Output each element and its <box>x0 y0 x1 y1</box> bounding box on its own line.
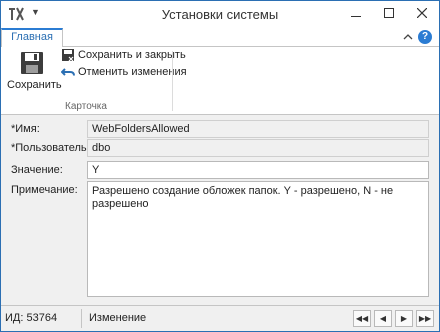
cancel-changes-label: Отменить изменения <box>78 66 187 78</box>
user-field[interactable] <box>87 139 429 157</box>
undo-icon <box>61 68 75 76</box>
save-close-icon <box>62 49 74 62</box>
previous-record-button[interactable]: ◀ <box>374 310 392 327</box>
status-separator <box>81 309 82 328</box>
note-field[interactable]: Разрешено создание обложек папок. Y - ра… <box>87 181 429 297</box>
title-bar: ▼ Установки системы <box>1 1 439 28</box>
name-label: *Имя: <box>11 123 40 135</box>
ribbon-tab-strip: Главная ? <box>1 28 439 48</box>
app-window: ▼ Установки системы Главная ? Сохранить <box>0 0 440 332</box>
name-field[interactable] <box>87 120 429 138</box>
ribbon-group-separator <box>172 51 173 111</box>
value-field[interactable] <box>87 161 429 179</box>
edit-mode: Изменение <box>89 312 147 324</box>
close-button[interactable] <box>411 4 433 22</box>
record-id: ИД: 53764 <box>5 312 58 324</box>
tab-main[interactable]: Главная <box>1 28 63 48</box>
ribbon-group-label: Карточка <box>65 101 107 112</box>
save-and-close-label: Сохранить и закрыть <box>78 49 186 61</box>
maximize-button[interactable] <box>378 4 400 22</box>
user-label: *Пользователь: <box>11 142 90 154</box>
floppy-disk-icon <box>21 52 43 74</box>
minimize-button[interactable] <box>345 4 367 22</box>
ribbon: Сохранить Сохранить и закрыть Отменить и… <box>1 47 439 115</box>
next-record-button[interactable]: ▶ <box>395 310 413 327</box>
save-button[interactable]: Сохранить <box>7 49 62 95</box>
last-record-button[interactable]: ▶▶ <box>416 310 434 327</box>
status-bar: ИД: 53764 Изменение ◀◀ ◀ ▶ ▶▶ <box>1 305 439 331</box>
save-button-label: Сохранить <box>7 79 62 91</box>
note-label: Примечание: <box>11 184 78 196</box>
value-label: Значение: <box>11 164 63 176</box>
window-title: Установки системы <box>161 7 279 22</box>
help-icon[interactable]: ? <box>418 30 432 44</box>
save-and-close-button[interactable]: Сохранить и закрыть <box>61 47 186 63</box>
settings-form: *Имя: *Пользователь: Значение: Примечани… <box>1 115 439 305</box>
first-record-button[interactable]: ◀◀ <box>353 310 371 327</box>
cancel-changes-button[interactable]: Отменить изменения <box>61 64 187 80</box>
collapse-ribbon-icon[interactable] <box>402 31 414 43</box>
